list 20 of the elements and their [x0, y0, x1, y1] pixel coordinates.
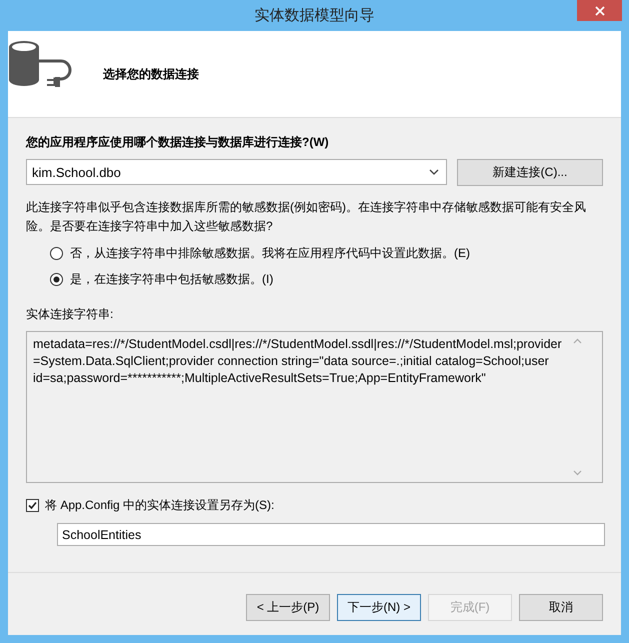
sensitive-data-notice: 此连接字符串似乎包含连接数据库所需的敏感数据(例如密码)。在连接字符串中存储敏感数据可能有安全风险。是否要在连接字符串中加入这些敏感数据?: [26, 199, 587, 235]
wizard-button[interactable]: 下一步(N) >: [337, 594, 421, 621]
wizard-button[interactable]: < 上一步(P): [246, 594, 330, 621]
page-title: 选择您的数据连接: [103, 66, 199, 82]
question-label: 您的应用程序应使用哪个数据连接与数据库进行连接?(W): [26, 134, 330, 151]
close-button[interactable]: [577, 0, 622, 21]
save-setting-checkbox[interactable]: 将 App.Config 中的实体连接设置另存为(S):: [26, 497, 603, 514]
new-connection-button[interactable]: 新建连接(C)...: [457, 159, 603, 186]
wizard-button[interactable]: 取消: [519, 594, 603, 621]
entity-name-field[interactable]: SchoolEntities: [57, 523, 605, 546]
radio-icon[interactable]: [50, 247, 63, 260]
checkbox-icon[interactable]: [26, 499, 39, 512]
window-title: 实体数据模型向导: [254, 6, 374, 25]
radio-option[interactable]: 是，在连接字符串中包括敏感数据。(I): [50, 271, 274, 288]
connection-string-label: 实体连接字符串:: [26, 306, 114, 323]
chevron-down-icon: [428, 168, 440, 176]
radio-icon[interactable]: [50, 273, 63, 286]
connection-dropdown[interactable]: kim.School.dbo: [26, 159, 447, 185]
close-icon: [594, 6, 604, 16]
radio-option[interactable]: 否，从连接字符串中排除敏感数据。我将在应用程序代码中设置此数据。(E): [50, 245, 470, 262]
